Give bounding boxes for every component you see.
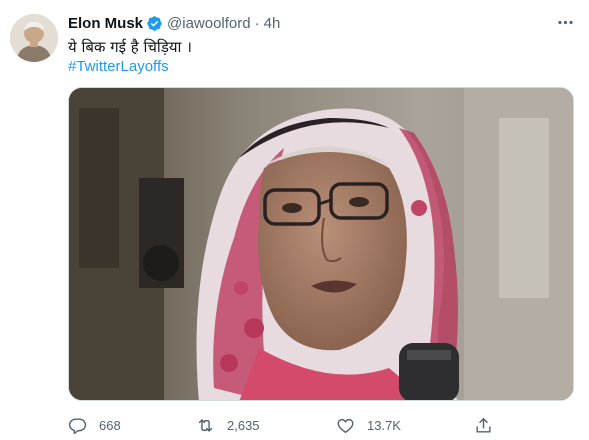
more-icon[interactable]	[553, 12, 577, 32]
retweet-icon	[198, 418, 213, 432]
tweet-header: Elon Musk @iawoolford · 4h	[68, 13, 280, 33]
tweet-actions: 668 2,635 13.7K	[68, 414, 508, 436]
media-photo	[69, 88, 573, 400]
separator-dot: ·	[254, 14, 260, 32]
author-handle[interactable]: @iawoolford	[167, 15, 251, 32]
reply-count: 668	[99, 417, 121, 433]
tweet-text: ये बिक गई है चिड़िया ।	[68, 38, 192, 56]
retweet-button[interactable]: 2,635	[196, 414, 260, 436]
tweet-card[interactable]: Elon Musk @iawoolford · 4h ये बिक गई है …	[0, 0, 589, 440]
reply-icon	[68, 417, 87, 434]
share-icon	[476, 417, 491, 433]
like-icon	[337, 418, 354, 433]
share-button[interactable]	[474, 414, 493, 436]
retweet-count: 2,635	[227, 417, 260, 433]
hashtag-link[interactable]: #TwitterLayoffs	[68, 57, 169, 77]
like-button[interactable]: 13.7K	[336, 414, 401, 436]
like-count: 13.7K	[367, 417, 401, 433]
author-name[interactable]: Elon Musk	[68, 15, 143, 32]
tweet-media-image[interactable]	[68, 87, 574, 401]
timestamp[interactable]: 4h	[264, 15, 281, 32]
avatar[interactable]	[10, 14, 58, 62]
verified-icon	[146, 15, 163, 32]
reply-button[interactable]: 668	[68, 414, 121, 436]
